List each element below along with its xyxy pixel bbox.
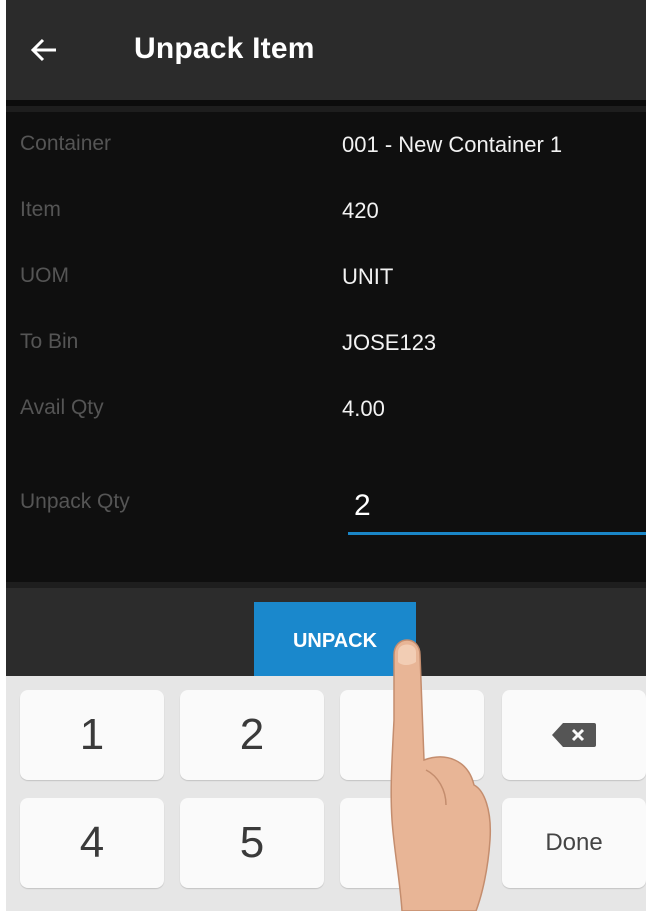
unpack-form: Container 001 - New Container 1 Item 420… bbox=[6, 112, 646, 582]
avail-qty-value: 4.00 bbox=[342, 396, 385, 421]
arrow-left-icon bbox=[30, 38, 56, 62]
backspace-icon bbox=[552, 723, 596, 747]
numeric-keypad: 1 2 4 5 Done bbox=[6, 676, 646, 911]
container-label: Container bbox=[20, 132, 112, 155]
to-bin-value: JOSE123 bbox=[342, 330, 437, 355]
key-6[interactable] bbox=[340, 798, 484, 888]
key-4[interactable]: 4 bbox=[20, 798, 164, 888]
back-button[interactable] bbox=[22, 28, 66, 72]
done-key[interactable]: Done bbox=[502, 798, 646, 888]
action-bar: UNPACK bbox=[6, 588, 646, 680]
to-bin-row: To Bin JOSE123 bbox=[6, 310, 646, 376]
uom-row: UOM UNIT bbox=[6, 244, 646, 310]
key-2[interactable]: 2 bbox=[180, 690, 324, 780]
container-value: 001 - New Container 1 bbox=[342, 132, 563, 157]
uom-value: UNIT bbox=[342, 264, 394, 289]
unpack-qty-input[interactable] bbox=[348, 480, 646, 535]
item-label: Item bbox=[20, 198, 61, 221]
container-row: Container 001 - New Container 1 bbox=[6, 112, 646, 178]
avail-qty-row: Avail Qty 4.00 bbox=[6, 376, 646, 442]
uom-label: UOM bbox=[20, 264, 69, 287]
key-5[interactable]: 5 bbox=[180, 798, 324, 888]
avail-qty-label: Avail Qty bbox=[20, 396, 104, 419]
backspace-key[interactable] bbox=[502, 690, 646, 780]
item-row: Item 420 bbox=[6, 178, 646, 244]
key-3[interactable] bbox=[340, 690, 484, 780]
unpack-button[interactable]: UNPACK bbox=[254, 602, 416, 680]
app-bar: Unpack Item bbox=[6, 0, 646, 106]
unpack-qty-label: Unpack Qty bbox=[20, 490, 130, 513]
item-value: 420 bbox=[342, 198, 379, 223]
to-bin-label: To Bin bbox=[20, 330, 79, 353]
key-1[interactable]: 1 bbox=[20, 690, 164, 780]
app-screen: Unpack Item Container 001 - New Containe… bbox=[6, 0, 646, 911]
page-title: Unpack Item bbox=[134, 32, 315, 65]
